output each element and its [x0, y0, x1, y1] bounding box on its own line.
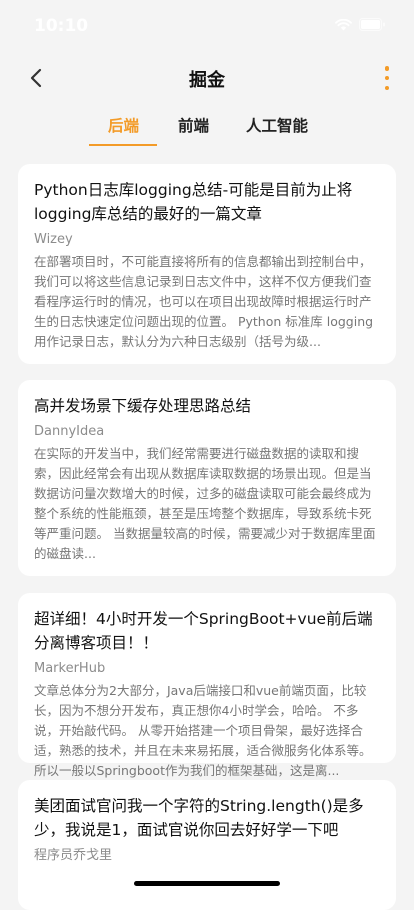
page-title: 掘金	[189, 70, 225, 91]
article-title: Python日志库logging总结-可能是目前为止将logging库总结的最好…	[34, 181, 353, 223]
tab-backend[interactable]: 后端	[108, 114, 139, 136]
navigation-bar: 掘金	[0, 54, 414, 104]
article-card[interactable]: 高并发场景下缓存处理思路总结 DannyIdea 在实际的开发当中，我们经常需要…	[18, 380, 396, 576]
article-author: 程序员乔戈里	[34, 848, 113, 863]
home-indicator[interactable]	[134, 881, 280, 886]
article-summary: 在实际的开发当中，我们经常需要进行磁盘数据的读取和搜索，因此经常会有出现从数据库…	[34, 446, 376, 561]
tab-frontend[interactable]: 前端	[178, 114, 209, 136]
status-bar: 10:10	[0, 0, 414, 54]
article-author: DannyIdea	[34, 424, 105, 439]
active-tab-indicator	[89, 144, 157, 146]
tab-ai[interactable]: 人工智能	[246, 114, 308, 136]
article-card[interactable]: 美团面试官问我一个字符的String.length()是多少，我说是1，面试官说…	[18, 780, 396, 910]
article-summary: 文章总体分为2大部分，Java后端接口和vue前端页面，比较长，因为不想分开发布…	[34, 683, 372, 778]
status-time: 10:10	[34, 16, 89, 36]
article-author: MarkerHub	[34, 661, 106, 676]
category-tabs: 后端 前端 人工智能	[0, 104, 414, 150]
wifi-icon	[335, 18, 352, 30]
article-title: 超详细！4小时开发一个SpringBoot+vue前后端分离博客项目！！	[34, 610, 373, 652]
article-card[interactable]: Python日志库logging总结-可能是目前为止将logging库总结的最好…	[18, 164, 396, 364]
article-card[interactable]: 超详细！4小时开发一个SpringBoot+vue前后端分离博客项目！！ Mar…	[18, 593, 396, 778]
more-dot	[384, 75, 390, 81]
article-summary: 在部署项目时，不可能直接将所有的信息都输出到控制台中，我们可以将这些信息记录到日…	[34, 254, 374, 349]
more-button[interactable]	[380, 66, 394, 90]
battery-icon	[359, 18, 385, 31]
more-dot	[384, 85, 390, 90]
article-title: 美团面试官问我一个字符的String.length()是多少，我说是1，面试官说…	[34, 797, 364, 839]
status-icons	[335, 18, 386, 31]
article-title: 高并发场景下缓存处理思路总结	[34, 397, 252, 415]
more-vertical-icon	[384, 66, 390, 71]
article-author: Wizey	[34, 232, 73, 247]
